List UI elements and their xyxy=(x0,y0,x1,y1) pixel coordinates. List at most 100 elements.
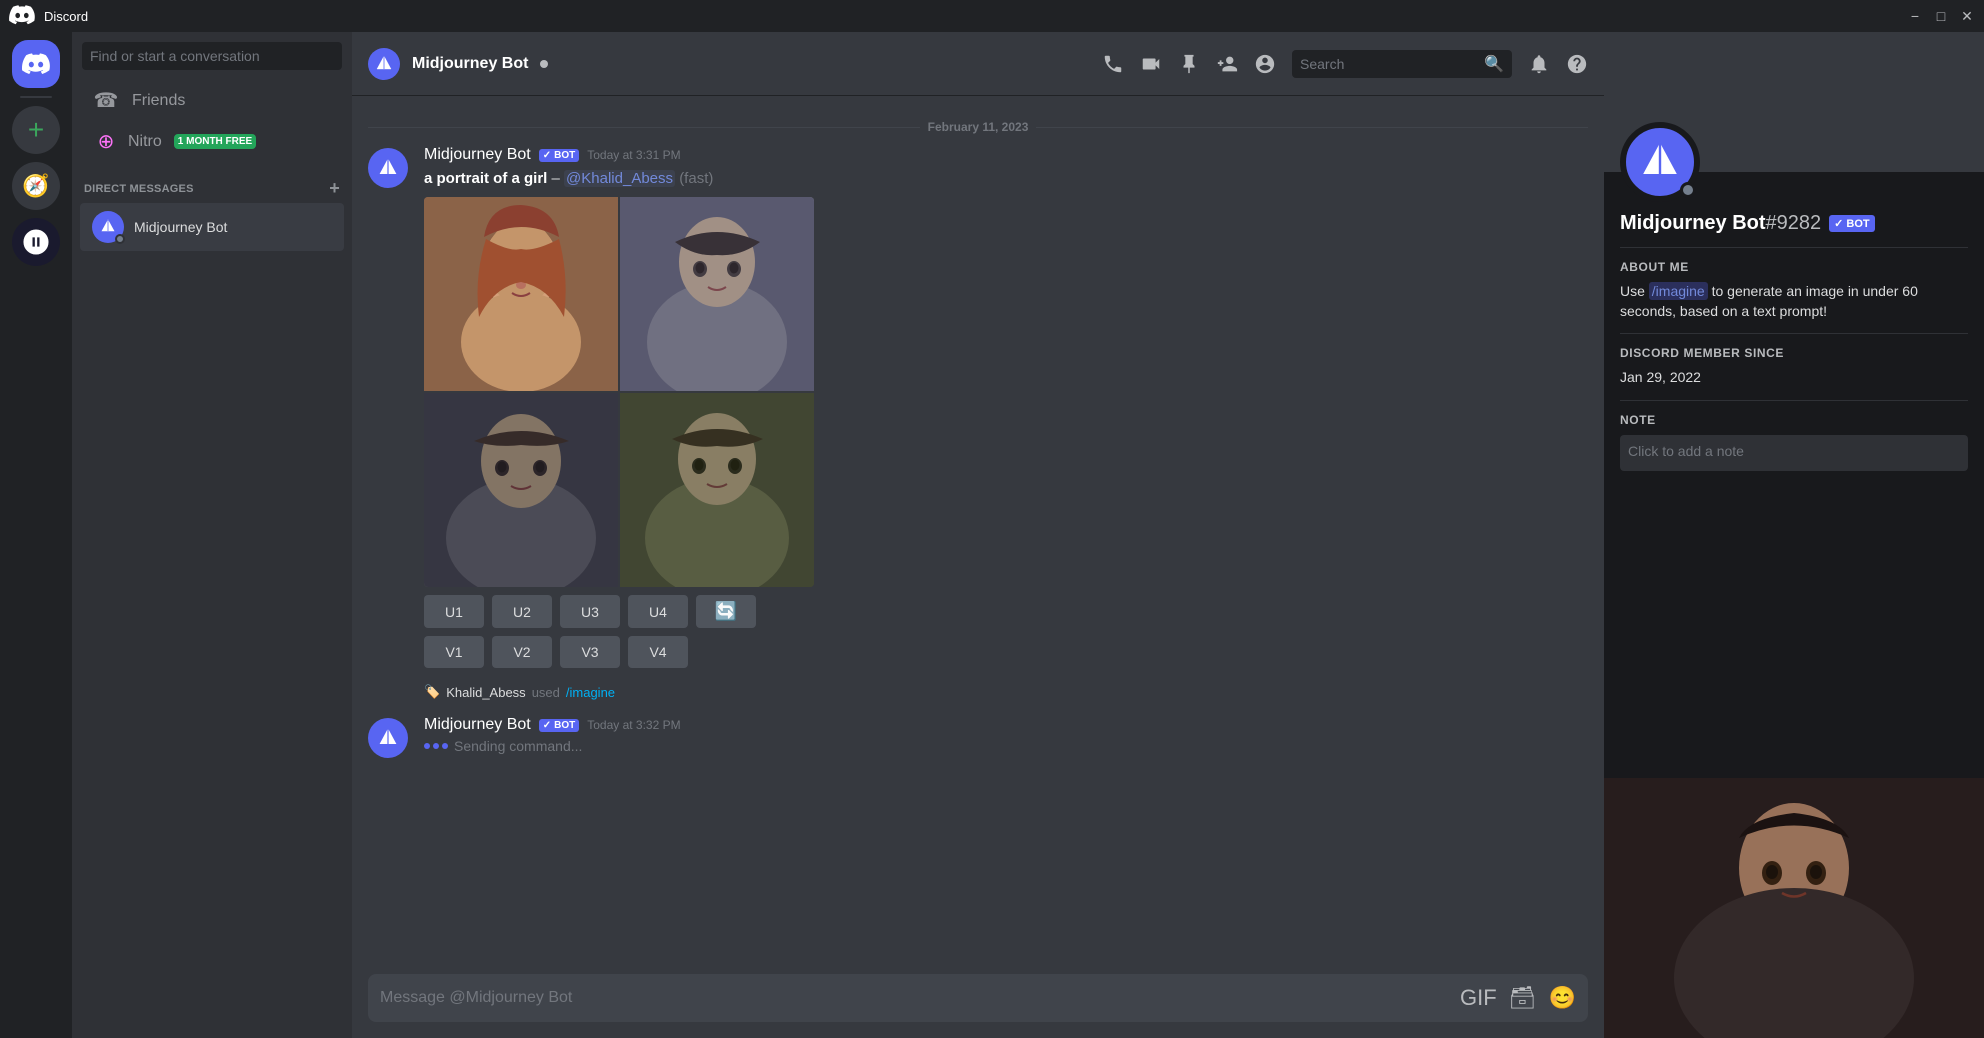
minimize-button[interactable]: − xyxy=(1906,7,1924,25)
bot-badge-1: ✓ BOT xyxy=(539,149,580,162)
chat-header: Midjourney Bot Searc xyxy=(352,32,1604,96)
v1-button[interactable]: V1 xyxy=(424,636,484,668)
nitro-icon: ⊕ xyxy=(92,129,120,154)
refresh-button[interactable]: 🔄 xyxy=(696,595,756,628)
message-content-1: Midjourney Bot ✓ BOT Today at 3:31 PM a … xyxy=(424,146,1588,668)
member-since-title: DISCORD MEMBER SINCE xyxy=(1620,346,1968,360)
video-overlay xyxy=(1604,778,1984,1038)
u4-button[interactable]: U4 xyxy=(628,595,688,628)
voice-call-button[interactable] xyxy=(1102,53,1124,75)
u2-button[interactable]: U2 xyxy=(492,595,552,628)
sticker-button[interactable]: 🗃 xyxy=(1509,985,1537,1011)
maximize-button[interactable]: □ xyxy=(1932,7,1950,25)
profile-button[interactable] xyxy=(1254,53,1276,75)
explore-servers-button[interactable]: 🧭 xyxy=(12,162,60,210)
message-group-1: Midjourney Bot ✓ BOT Today at 3:31 PM a … xyxy=(352,142,1604,672)
status-dot-3 xyxy=(442,743,448,749)
chat-header-avatar xyxy=(368,48,400,80)
midjourney-bot-status xyxy=(115,234,125,244)
image-placeholder-3 xyxy=(424,393,618,587)
add-friend-button[interactable] xyxy=(1216,53,1238,75)
dm-search-bar xyxy=(72,32,352,80)
help-button[interactable] xyxy=(1566,53,1588,75)
image-grid[interactable] xyxy=(424,197,814,587)
title-bar-controls: − □ ✕ xyxy=(1906,7,1976,25)
date-divider: February 11, 2023 xyxy=(368,120,1588,134)
note-section: NOTE Click to add a note xyxy=(1620,413,1968,471)
profile-discriminator: #9282 xyxy=(1766,212,1822,234)
image-grid-cell-4[interactable] xyxy=(620,393,814,587)
u3-button[interactable]: U3 xyxy=(560,595,620,628)
used-by-icon: 🏷️ xyxy=(424,684,440,700)
dm-sidebar: ☎ Friends ⊕ Nitro 1 MONTH FREE DIRECT ME… xyxy=(72,32,352,1038)
action-buttons-row2: V1 V2 V3 V4 xyxy=(424,636,1588,668)
video-call-button[interactable] xyxy=(1140,53,1162,75)
date-divider-text: February 11, 2023 xyxy=(928,120,1029,134)
note-title: NOTE xyxy=(1620,413,1968,427)
chat-area: Midjourney Bot Searc xyxy=(352,32,1604,1038)
midjourney-bot-avatar-msg2 xyxy=(368,718,408,758)
chat-header-actions: Search 🔍 xyxy=(1102,50,1588,78)
v2-button[interactable]: V2 xyxy=(492,636,552,668)
message-timestamp-1: Today at 3:31 PM xyxy=(587,148,680,162)
date-divider-line-left xyxy=(368,127,920,128)
profile-info: Midjourney Bot#9282 ✓ BOT ABOUT ME Use /… xyxy=(1604,172,1984,487)
about-me-title: ABOUT ME xyxy=(1620,260,1968,274)
friends-label: Friends xyxy=(132,92,185,110)
image-grid-cell-2[interactable] xyxy=(620,197,814,391)
image-grid-cell-3[interactable] xyxy=(424,393,618,587)
nitro-badge: 1 MONTH FREE xyxy=(174,134,256,149)
openai-server[interactable] xyxy=(12,218,60,266)
status-dots xyxy=(424,743,448,749)
message-input[interactable] xyxy=(380,977,1448,1019)
message-header-2: Midjourney Bot ✓ BOT Today at 3:32 PM xyxy=(424,716,1588,734)
search-box[interactable]: Search 🔍 xyxy=(1292,50,1512,78)
profile-online-dot xyxy=(1680,182,1696,198)
message-input-box: GIF 🗃 😊 xyxy=(368,974,1588,1022)
pin-button[interactable] xyxy=(1178,53,1200,75)
search-icon: 🔍 xyxy=(1484,54,1504,74)
nitro-nav-item[interactable]: ⊕ Nitro 1 MONTH FREE xyxy=(80,121,344,162)
image-grid-cell-1[interactable] xyxy=(424,197,618,391)
midjourney-bot-name: Midjourney Bot xyxy=(134,219,227,235)
message-content-2: Midjourney Bot ✓ BOT Today at 3:32 PM xyxy=(424,716,1588,758)
status-dot-1 xyxy=(424,743,430,749)
image-placeholder-1 xyxy=(424,197,618,391)
v3-button[interactable]: V3 xyxy=(560,636,620,668)
app-layout: + 🧭 ☎ Friends ⊕ Nitro 1 MONTH FREE DIREC… xyxy=(0,32,1984,1038)
v4-button[interactable]: V4 xyxy=(628,636,688,668)
status-dot-2 xyxy=(433,743,439,749)
midjourney-bot-dm-item[interactable]: Midjourney Bot xyxy=(80,203,344,251)
close-button[interactable]: ✕ xyxy=(1958,7,1976,25)
message-text-1: a portrait of a girl – @Khalid_Abess (fa… xyxy=(424,168,1588,189)
used-by-name: Khalid_Abess xyxy=(446,685,526,700)
bot-badge-2: ✓ BOT xyxy=(539,719,580,732)
bot-badge-check-2: ✓ xyxy=(543,720,551,731)
note-input[interactable]: Click to add a note xyxy=(1620,435,1968,471)
direct-messages-label: DIRECT MESSAGES xyxy=(84,183,194,195)
add-server-button[interactable]: + xyxy=(12,106,60,154)
mention-tag[interactable]: @Khalid_Abess xyxy=(564,170,675,187)
discord-home-button[interactable] xyxy=(12,40,60,88)
message-author-2: Midjourney Bot xyxy=(424,716,531,734)
profile-divider-2 xyxy=(1620,333,1968,334)
discord-logo xyxy=(8,5,36,28)
friends-nav-item[interactable]: ☎ Friends xyxy=(80,80,344,121)
title-bar: Discord − □ ✕ xyxy=(0,0,1984,32)
u1-button[interactable]: U1 xyxy=(424,595,484,628)
about-me-text: Use /imagine to generate an image in und… xyxy=(1620,282,1968,321)
profile-divider-3 xyxy=(1620,400,1968,401)
about-me-section: ABOUT ME Use /imagine to generate an ima… xyxy=(1620,260,1968,321)
emoji-button[interactable]: 😊 xyxy=(1549,985,1576,1011)
profile-divider-1 xyxy=(1620,247,1968,248)
new-dm-button[interactable]: + xyxy=(329,178,340,199)
gif-button[interactable]: GIF xyxy=(1460,985,1497,1011)
imagine-command-link[interactable]: /imagine xyxy=(566,685,615,700)
message-timestamp-2: Today at 3:32 PM xyxy=(587,718,680,732)
profile-bot-badge: ✓ BOT xyxy=(1829,215,1874,232)
fast-tag: (fast) xyxy=(679,170,713,187)
profile-bot-check: ✓ xyxy=(1834,217,1843,230)
message-author-1: Midjourney Bot xyxy=(424,146,531,164)
inbox-button[interactable] xyxy=(1528,53,1550,75)
find-conversation-input[interactable] xyxy=(82,42,342,70)
